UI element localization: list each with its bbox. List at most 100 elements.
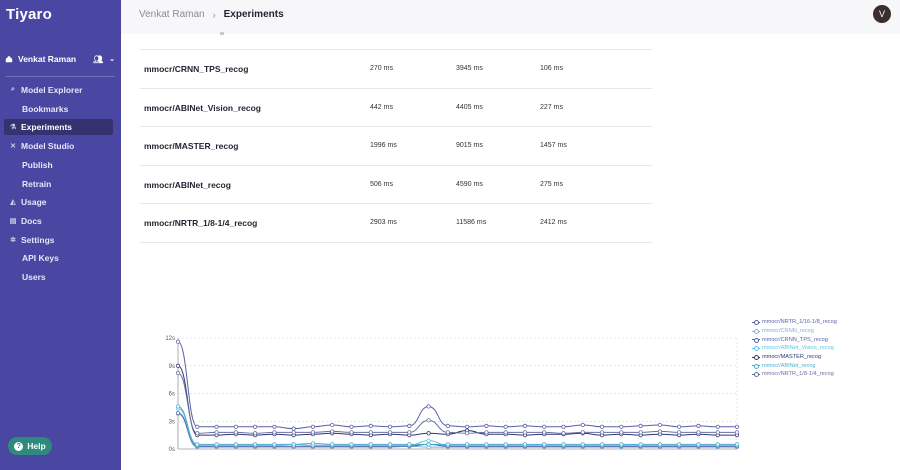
sidebar-item-usage[interactable]: ◭ Usage bbox=[4, 194, 113, 210]
legend-swatch-icon bbox=[752, 328, 760, 335]
user-switcher[interactable]: Venkat Raman 👥︎ ⌄ bbox=[5, 52, 115, 66]
y-tick-label: 6s bbox=[169, 392, 175, 398]
data-point bbox=[253, 431, 258, 436]
sidebar-item-label: Bookmarks bbox=[22, 103, 69, 114]
model-name[interactable]: mmocr/ABINet_Vision_recog bbox=[144, 103, 261, 113]
data-point bbox=[368, 442, 373, 447]
sidebar-item-label: Usage bbox=[21, 197, 47, 208]
data-point bbox=[542, 430, 547, 435]
sidebar-item-label: Publish bbox=[22, 159, 53, 170]
gear-icon: ✲ bbox=[10, 236, 16, 244]
data-point bbox=[599, 424, 605, 429]
legend-swatch-icon bbox=[752, 345, 760, 352]
sidebar-item-model-explorer[interactable]: ⌕ Model Explorer bbox=[4, 82, 113, 98]
data-point bbox=[426, 438, 431, 443]
latency-value: 11586 ms bbox=[456, 219, 487, 227]
data-point bbox=[445, 423, 450, 428]
data-point bbox=[638, 423, 643, 428]
data-point bbox=[503, 430, 508, 435]
y-tick-label: 0s bbox=[169, 447, 175, 453]
tools-icon: ✕ bbox=[10, 143, 16, 151]
sidebar-item-model-studio[interactable]: ✕ Model Studio bbox=[4, 138, 113, 154]
latency-chart: 12s 9s 6s 3s 0s bbox=[165, 336, 740, 453]
data-point bbox=[619, 424, 624, 429]
latency-value: 2412 ms bbox=[540, 219, 567, 227]
sidebar-item-users[interactable]: Users bbox=[4, 269, 113, 285]
model-name[interactable]: mmocr/MASTER_recog bbox=[144, 141, 238, 151]
sidebar-item-bookmarks[interactable]: Bookmarks bbox=[4, 101, 113, 117]
data-point bbox=[561, 424, 566, 429]
data-point bbox=[195, 431, 200, 436]
data-point bbox=[715, 430, 720, 435]
flask-icon: ⚗ bbox=[9, 124, 17, 132]
data-point bbox=[638, 430, 643, 435]
data-point bbox=[561, 431, 566, 436]
legend-item[interactable]: mmocr/NRTR_1/16-1/8_recog bbox=[752, 318, 892, 327]
data-point bbox=[734, 430, 740, 435]
legend-item[interactable]: mmocr/NRTR_1/8-1/4_recog bbox=[752, 370, 892, 379]
data-point bbox=[696, 442, 701, 447]
data-point bbox=[175, 363, 181, 368]
y-tick-label: 9s bbox=[169, 364, 175, 370]
add-user-icon[interactable]: 👥︎ bbox=[93, 55, 103, 64]
data-point bbox=[253, 424, 258, 429]
data-point bbox=[310, 430, 316, 435]
sidebar-item-label: Retrain bbox=[22, 178, 52, 189]
legend-item[interactable]: mmocr/CRNN_recog bbox=[752, 327, 892, 336]
legend-label: mmocr/CRNN_TPS_recog bbox=[762, 336, 828, 343]
table-row[interactable]: mmocr/CRNN_TPS_recog 270 ms 3945 ms 106 ms bbox=[140, 50, 652, 89]
sidebar-item-label: API Keys bbox=[22, 253, 59, 264]
latency-value: 2903 ms bbox=[370, 219, 397, 227]
data-point bbox=[638, 442, 643, 447]
legend-label: mmocr/MASTER_recog bbox=[762, 354, 822, 361]
data-point bbox=[599, 442, 605, 447]
sidebar-item-docs[interactable]: ▤ Docs bbox=[4, 213, 113, 229]
data-point bbox=[503, 424, 508, 429]
breadcrumb-user[interactable]: Venkat Raman bbox=[139, 9, 205, 20]
sidebar-item-api-keys[interactable]: API Keys bbox=[4, 250, 113, 266]
data-point bbox=[503, 442, 508, 447]
table-row[interactable]: mmocr/MASTER_recog 1996 ms 9015 ms 1457 ms bbox=[140, 127, 652, 166]
data-point bbox=[214, 442, 219, 447]
data-point bbox=[195, 442, 200, 447]
sidebar-item-publish[interactable]: Publish bbox=[4, 157, 113, 173]
data-point bbox=[599, 430, 605, 435]
data-point bbox=[310, 441, 316, 446]
table-row[interactable]: mmocr/ABINet_Vision_recog 442 ms 4405 ms 22… bbox=[140, 89, 652, 128]
top-header: Venkat Raman › Experiments V bbox=[121, 0, 900, 34]
latency-value: 1457 ms bbox=[540, 142, 567, 150]
model-name[interactable]: mmocr/ABINet_recog bbox=[144, 180, 231, 190]
chevron-down-icon[interactable]: ⌄ bbox=[109, 55, 115, 63]
legend-item[interactable]: mmocr/ABINet_recog bbox=[752, 361, 892, 370]
model-name[interactable]: mmocr/CRNN_TPS_recog bbox=[144, 64, 248, 74]
data-point bbox=[734, 442, 740, 447]
series-line bbox=[177, 412, 737, 447]
chart-legend: mmocr/NRTR_1/16-1/8_recog mmocr/CRNN_reco… bbox=[752, 318, 892, 379]
help-button[interactable]: ? Help bbox=[8, 437, 52, 455]
data-point bbox=[407, 442, 412, 447]
home-icon bbox=[5, 55, 13, 63]
table-row[interactable]: mmocr/NRTR_1/8-1/4_recog 2903 ms 11586 ms 2… bbox=[140, 204, 652, 243]
app-logo[interactable]: Tiyaro bbox=[6, 6, 52, 23]
series-line bbox=[177, 413, 737, 448]
data-point bbox=[522, 430, 528, 435]
breadcrumb: Venkat Raman › Experiments bbox=[139, 9, 284, 20]
legend-swatch-icon bbox=[752, 363, 760, 369]
model-name[interactable]: mmocr/NRTR_1/8-1/4_recog bbox=[144, 218, 257, 228]
help-icon: ? bbox=[14, 441, 24, 451]
sidebar-item-retrain[interactable]: Retrain bbox=[4, 176, 113, 192]
data-point bbox=[214, 430, 219, 435]
sidebar-item-experiments[interactable]: ⚗ Experiments bbox=[4, 119, 113, 136]
series-line bbox=[177, 341, 737, 430]
data-point bbox=[175, 404, 181, 409]
data-point bbox=[580, 442, 585, 447]
data-point bbox=[368, 430, 373, 435]
legend-item[interactable]: mmocr/CRNN_TPS_recog bbox=[752, 335, 892, 344]
legend-item[interactable]: mmocr/MASTER_recog bbox=[752, 353, 892, 362]
legend-item[interactable]: mmocr/ABINet_Vision_recog bbox=[752, 344, 892, 353]
legend-label: mmocr/NRTR_1/8-1/4_recog bbox=[762, 371, 834, 378]
sidebar-item-settings[interactable]: ✲ Settings bbox=[4, 232, 113, 248]
table-row[interactable]: mmocr/ABINet_recog 506 ms 4590 ms 275 ms bbox=[140, 166, 652, 205]
avatar[interactable]: V bbox=[873, 5, 891, 23]
latency-value: 227 ms bbox=[540, 103, 563, 111]
